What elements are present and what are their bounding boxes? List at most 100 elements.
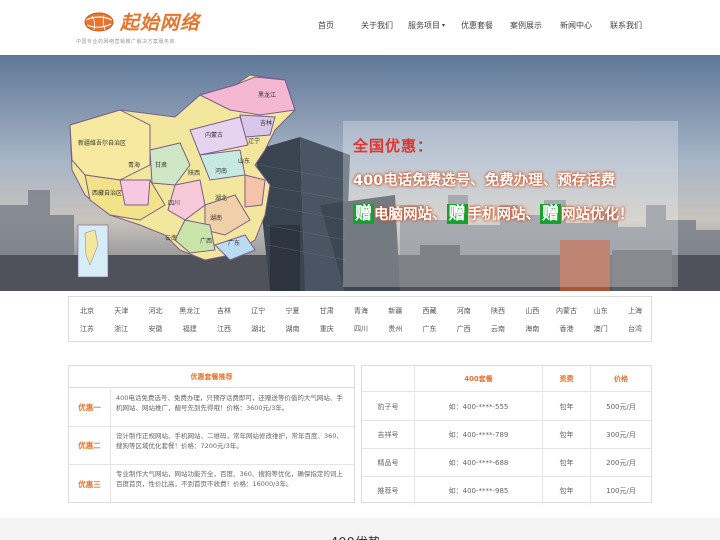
map-label-hunan: 湖南 xyxy=(210,214,222,222)
site-header: 起始网络 中国专业的网络营销推广解决方案服务商 首页 关于我们 服务项目 ▾ 优惠… xyxy=(0,0,720,55)
province-link[interactable]: 贵州 xyxy=(388,324,402,334)
table-cell: 300元/月 xyxy=(606,430,636,439)
province-link[interactable]: 上海 xyxy=(628,306,642,316)
table-cell: 如：400-****-985 xyxy=(415,477,543,505)
gift-badge: 赠 xyxy=(540,204,561,224)
nav-news[interactable]: 新闻中心 xyxy=(560,20,592,31)
nav-contact[interactable]: 联系我们 xyxy=(610,20,642,31)
province-link[interactable]: 云南 xyxy=(491,324,505,334)
province-link[interactable]: 西藏 xyxy=(423,306,437,316)
province-link[interactable]: 四川 xyxy=(354,324,368,334)
province-link[interactable]: 陕西 xyxy=(491,306,505,316)
package-desc: 400电话免费选号、免费办理，只预存话费即可，还赠送等价值的大气网站、手机网站、… xyxy=(116,394,343,412)
province-link[interactable]: 福建 xyxy=(183,324,197,334)
map-label-henan: 河南 xyxy=(215,167,227,175)
map-label-shaanxi: 陕西 xyxy=(188,169,200,177)
table-row: 吉祥号 如：400-****-789 包年 300元/月 xyxy=(362,421,651,449)
table-cell: 吉祥号 xyxy=(362,421,415,448)
province-link[interactable]: 广东 xyxy=(423,324,437,334)
province-link[interactable]: 安徽 xyxy=(149,324,163,334)
map-label-xizang: 西藏自治区 xyxy=(92,189,122,197)
map-label-gansu: 甘肃 xyxy=(155,161,167,169)
header-cell: 资费 xyxy=(543,366,591,391)
table-cell: 500元/月 xyxy=(606,402,636,411)
nav-packages[interactable]: 优惠套餐 xyxy=(461,20,493,31)
table-row: 豹子号 如：400-****-555 包年 500元/月 xyxy=(362,393,651,421)
gift-text: 网站优化！ xyxy=(561,207,634,223)
province-link[interactable]: 青海 xyxy=(354,306,368,316)
province-link[interactable]: 湖南 xyxy=(286,324,300,334)
header-cell xyxy=(362,366,415,391)
package-desc: 专业制作大气网站，网站功能齐全，百度、360、搜狗等优化，确保指定的词上百度首页… xyxy=(116,470,343,488)
promo-gift-line: 赠电脑网站、赠手机网站、赠网站优化！ xyxy=(353,203,634,227)
advantages-section: 400优势 xyxy=(0,518,720,540)
section-title: 400优势 xyxy=(330,532,381,540)
table-cell: 包年 xyxy=(543,477,591,505)
table-cell: 推荐号 xyxy=(362,477,415,505)
package-desc: 设计制作正规网站、手机网站、二维码，常年网站修改维护，常年百度、360、搜狗等区… xyxy=(116,432,343,450)
province-link[interactable]: 山东 xyxy=(594,306,608,316)
map-label-yunnan: 云南 xyxy=(165,234,177,242)
package-label: 优惠二 xyxy=(69,427,111,464)
package-row[interactable]: 优惠二 设计制作正规网站、手机网站、二维码，常年网站修改维护，常年百度、360、… xyxy=(69,427,354,465)
logo-globe-icon xyxy=(84,12,114,32)
province-link[interactable]: 甘肃 xyxy=(320,306,334,316)
table-cell: 豹子号 xyxy=(362,393,415,420)
logo-text: 起始网络 xyxy=(120,12,201,34)
province-link[interactable]: 黑龙江 xyxy=(179,306,200,316)
logo-slogan: 中国专业的网络营销推广解决方案服务商 xyxy=(76,39,176,45)
chevron-down-icon: ▾ xyxy=(442,22,446,29)
province-link[interactable]: 吉林 xyxy=(217,306,231,316)
province-link[interactable]: 湖北 xyxy=(251,324,265,334)
province-link[interactable]: 河南 xyxy=(457,306,471,316)
province-link[interactable]: 内蒙古 xyxy=(556,306,577,316)
province-link[interactable]: 台湾 xyxy=(628,324,642,334)
map-label-qinghai: 青海 xyxy=(128,161,140,169)
map-label-guangxi: 广西 xyxy=(200,237,212,245)
province-link[interactable]: 天津 xyxy=(114,306,128,316)
province-link[interactable]: 新疆 xyxy=(388,306,402,316)
package-row[interactable]: 优惠一 400电话免费选号、免费办理，只预存话费即可，还赠送等价值的大气网站、手… xyxy=(69,389,354,427)
nav-cases[interactable]: 案例展示 xyxy=(510,20,542,31)
table-cell: 如：400-****-789 xyxy=(415,421,543,448)
map-label-xinjiang: 新疆维吾尔自治区 xyxy=(78,139,126,147)
province-link[interactable]: 重庆 xyxy=(320,324,334,334)
promo-line-400: 400电话免费选号、免费办理、预存话费 xyxy=(353,173,616,189)
province-link[interactable]: 宁夏 xyxy=(286,306,300,316)
province-link[interactable]: 辽宁 xyxy=(251,306,265,316)
gift-badge: 赠 xyxy=(353,204,374,224)
package-row[interactable]: 优惠三 专业制作大气网站，网站功能齐全，百度、360、搜狗等优化，确保指定的词上… xyxy=(69,465,354,503)
site-logo[interactable]: 起始网络 中国专业的网络营销推广解决方案服务商 xyxy=(76,8,206,48)
map-label-heilongjiang: 黑龙江 xyxy=(258,91,276,99)
province-link[interactable]: 北京 xyxy=(80,306,94,316)
province-link[interactable]: 香港 xyxy=(560,324,574,334)
package-title: 优惠套餐推荐 xyxy=(69,366,354,388)
province-link[interactable]: 浙江 xyxy=(114,324,128,334)
nav-about[interactable]: 关于我们 xyxy=(361,20,393,31)
province-link[interactable]: 广西 xyxy=(457,324,471,334)
province-link[interactable]: 山西 xyxy=(525,306,539,316)
map-label-shandong: 山东 xyxy=(238,157,250,165)
price-table: 400套餐 资费 价格 豹子号 如：400-****-555 包年 500元/月… xyxy=(361,365,652,505)
province-link[interactable]: 江苏 xyxy=(80,324,94,334)
map-label-jilin: 吉林 xyxy=(260,119,272,127)
table-cell: 包年 xyxy=(543,421,591,448)
nav-services[interactable]: 服务项目 ▾ xyxy=(408,20,445,31)
package-label: 优惠一 xyxy=(69,389,111,426)
table-row: 精品号 如：400-****-688 包年 200元/月 xyxy=(362,449,651,477)
table-cell: 如：400-****-555 xyxy=(415,393,543,420)
south-china-sea-inset xyxy=(77,224,109,278)
table-cell: 包年 xyxy=(543,393,591,420)
table-cell: 包年 xyxy=(543,449,591,476)
table-cell: 精品号 xyxy=(362,449,415,476)
header-cell: 价格 xyxy=(614,374,628,383)
gift-badge: 赠 xyxy=(446,204,468,224)
province-link[interactable]: 江西 xyxy=(217,324,231,334)
province-link[interactable]: 河北 xyxy=(149,306,163,316)
table-cell: 200元/月 xyxy=(606,458,636,467)
province-link[interactable]: 海南 xyxy=(525,324,539,334)
province-link[interactable]: 澳门 xyxy=(594,324,608,334)
nav-home[interactable]: 首页 xyxy=(318,20,334,31)
package-label: 优惠三 xyxy=(69,465,111,503)
price-table-header: 400套餐 资费 价格 xyxy=(362,366,651,392)
